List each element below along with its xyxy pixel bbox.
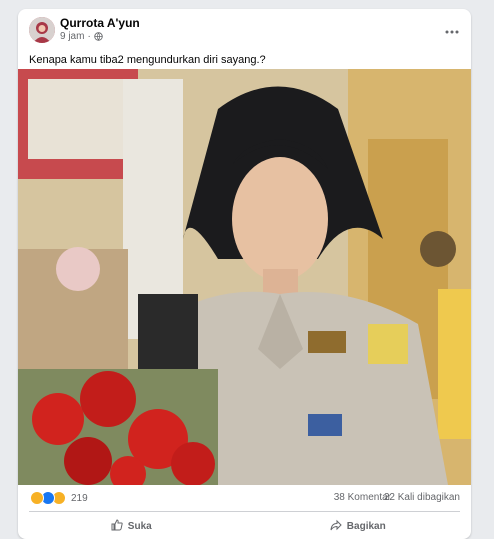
more-horizontal-icon xyxy=(445,21,459,39)
avatar[interactable] xyxy=(29,17,55,43)
post-photo[interactable] xyxy=(18,69,471,485)
post-stats: 219 38 Komentar 22 Kali dibagikan xyxy=(18,485,471,509)
reactions-summary[interactable]: 219 xyxy=(30,491,88,505)
post-header: Qurrota A'yun 9 jam · xyxy=(18,9,471,49)
share-button[interactable]: Bagikan xyxy=(245,513,472,539)
meta-separator: · xyxy=(87,31,91,42)
thumbs-up-icon xyxy=(111,518,123,534)
reaction-count: 219 xyxy=(71,492,88,504)
post-caption: Kenapa kamu tiba2 mengundurkan diri saya… xyxy=(29,54,266,66)
post-meta: 9 jam · xyxy=(60,31,103,42)
post-actions: Suka Bagikan xyxy=(18,513,471,539)
divider xyxy=(29,511,460,512)
globe-icon xyxy=(94,32,103,41)
share-label: Bagikan xyxy=(346,520,386,532)
comments-count-link[interactable]: 38 Komentar xyxy=(334,492,391,503)
haha-icon xyxy=(30,491,44,505)
share-icon xyxy=(330,519,342,534)
post-card: Qurrota A'yun 9 jam · Kenapa kamu tiba2 … xyxy=(18,9,471,539)
like-label: Suka xyxy=(127,520,152,532)
author-name[interactable]: Qurrota A'yun xyxy=(60,16,140,30)
more-options-button[interactable] xyxy=(441,19,463,41)
shares-count-link[interactable]: 22 Kali dibagikan xyxy=(384,492,460,503)
post-time[interactable]: 9 jam xyxy=(60,31,84,42)
like-button[interactable]: Suka xyxy=(18,513,245,539)
